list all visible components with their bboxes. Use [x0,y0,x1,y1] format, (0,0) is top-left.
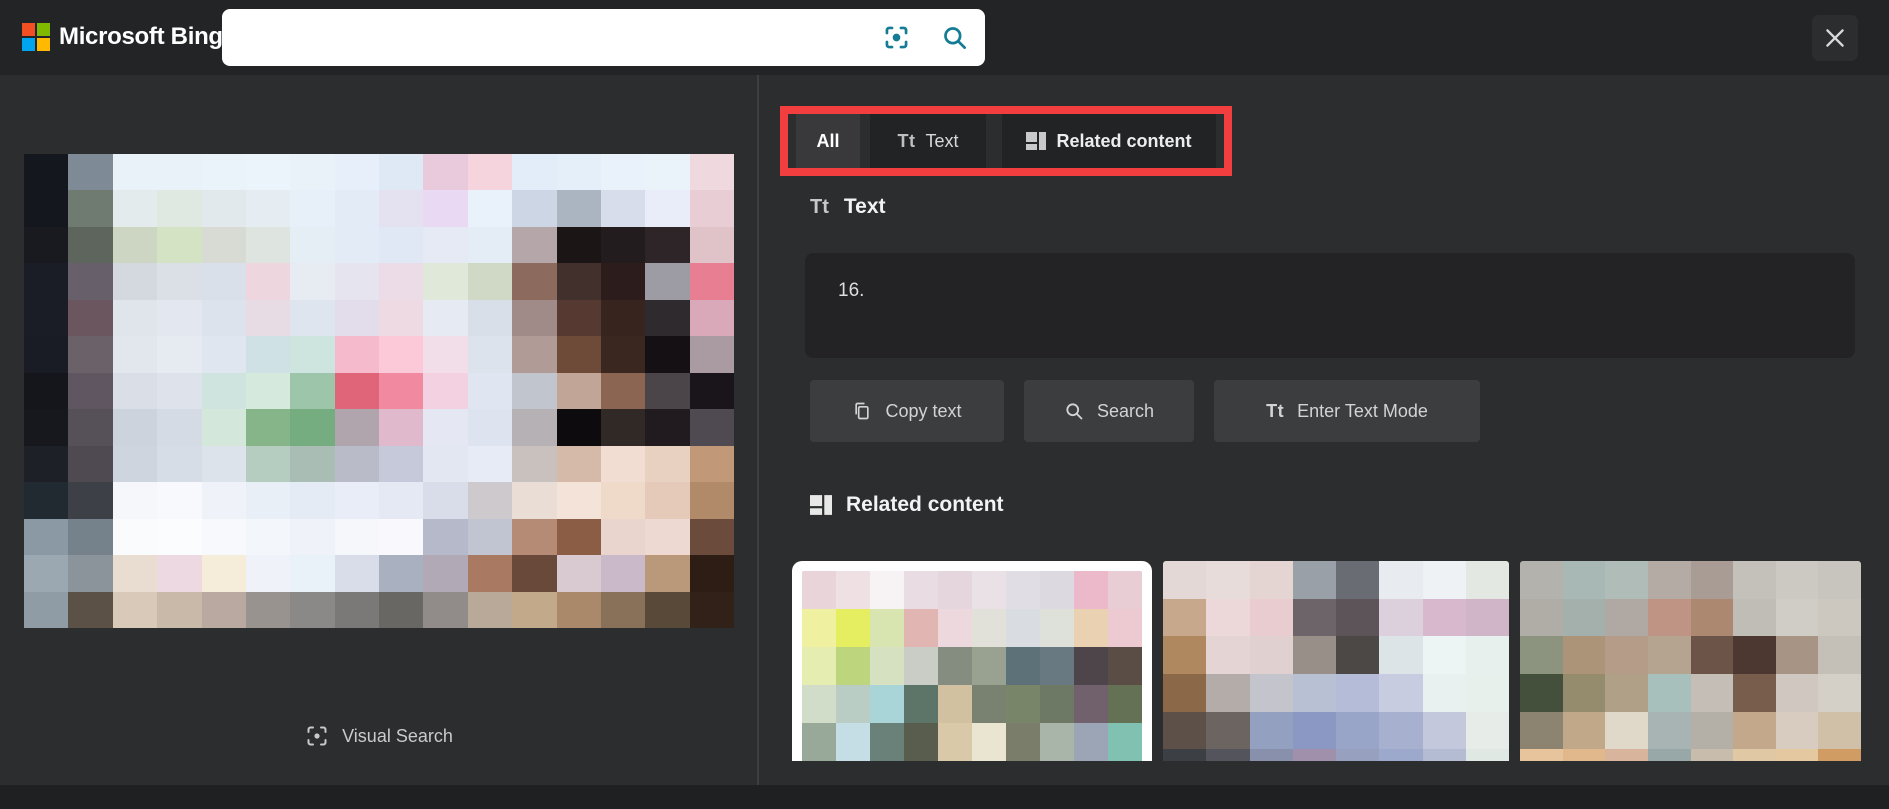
related-thumbnail[interactable] [792,561,1152,761]
collage-icon [810,495,832,515]
collage-icon [1026,132,1047,150]
logo-square-blue [22,38,35,51]
search-icon [1066,403,1083,420]
search-input[interactable] [242,9,881,66]
related-thumbnail[interactable] [1520,561,1861,761]
text-icon: Tt [810,196,829,218]
top-bar: Microsoft Bing [0,0,1889,75]
tab-all-label: All [816,130,840,151]
tab-related-label: Related content [1056,130,1192,151]
close-icon [1826,29,1844,47]
related-thumbnail[interactable] [1163,561,1509,761]
text-icon: Tt [1266,400,1285,421]
tab-text-label: Text [925,130,959,151]
logo-square-yellow [37,38,50,51]
logo-square-red [22,23,35,36]
copy-text-label: Copy text [885,400,962,421]
text-section-title: Text [843,195,886,218]
thumbnail-image [802,571,1142,761]
related-content-title: Related content [846,493,1004,516]
search-icon[interactable] [939,23,969,53]
tab-related-content[interactable]: Related content [1002,114,1216,168]
visual-search-label: Visual Search [342,725,453,746]
related-content-header: Related content [810,493,1004,517]
search-bar [222,9,985,66]
copy-text-button[interactable]: Copy text [810,380,1004,442]
tab-all[interactable]: All [796,114,860,168]
search-text-button[interactable]: Search [1024,380,1194,442]
query-image [24,154,734,628]
brand-title: Microsoft Bing [59,23,223,50]
text-icon: Tt [897,130,916,151]
logo-square-green [37,23,50,36]
enter-text-mode-label: Enter Text Mode [1297,400,1428,421]
panel-divider [757,75,759,785]
brand: Microsoft Bing [22,23,223,51]
visual-search-overlay: Microsoft Bing Visual Search All Tt Text… [0,0,1889,809]
tab-text[interactable]: Tt Text [870,114,986,168]
visual-search-caption: Visual Search [0,724,758,748]
search-button-label: Search [1096,400,1155,421]
visual-search-icon[interactable] [881,23,911,53]
footer-strip [0,785,1889,809]
extracted-text: 16. [838,280,865,301]
related-content-list [792,561,1863,761]
microsoft-logo-icon [22,23,50,51]
visual-search-icon [307,726,327,746]
text-section-header: Tt Text [810,195,886,219]
close-button[interactable] [1812,15,1858,61]
extracted-text-box[interactable]: 16. [805,253,1855,358]
copy-icon [855,402,870,420]
enter-text-mode-button[interactable]: Tt Enter Text Mode [1214,380,1480,442]
